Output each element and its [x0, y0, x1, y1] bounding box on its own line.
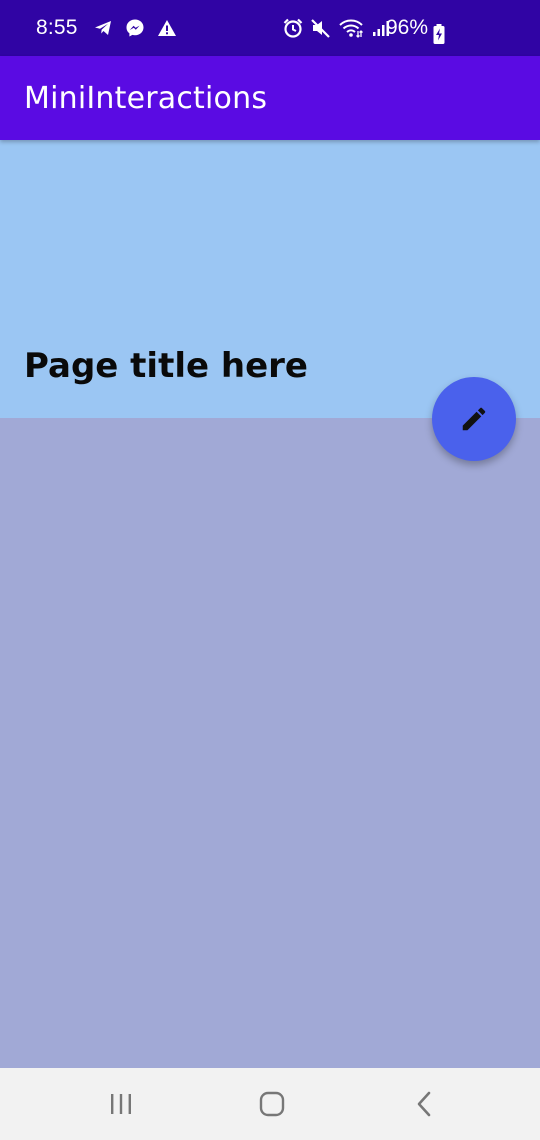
- content-panel: [0, 418, 540, 1068]
- alarm-icon: [282, 17, 304, 39]
- status-right-group: [282, 0, 392, 56]
- recents-icon: [108, 1092, 134, 1116]
- status-time: 8:55: [36, 16, 78, 39]
- back-icon: [414, 1090, 434, 1118]
- edit-fab-button[interactable]: [432, 377, 516, 461]
- back-button[interactable]: [402, 1086, 446, 1122]
- page-title: Page title here: [24, 346, 308, 386]
- status-left-group: 8:55: [36, 0, 178, 56]
- app-title: MiniInteractions: [24, 80, 268, 116]
- battery-percent: 96%: [386, 16, 429, 39]
- mute-icon: [310, 17, 332, 39]
- system-nav-bar: [0, 1068, 540, 1140]
- status-bar: 8:55 96%: [0, 0, 540, 56]
- warning-icon: [156, 17, 178, 39]
- edit-icon: [459, 404, 489, 434]
- home-button[interactable]: [250, 1086, 294, 1122]
- app-bar: MiniInteractions: [0, 56, 540, 140]
- recents-button[interactable]: [99, 1086, 143, 1122]
- battery-charging-icon: [433, 24, 445, 48]
- telegram-icon: [92, 17, 114, 39]
- wifi-icon: [338, 17, 364, 39]
- home-icon: [258, 1090, 286, 1118]
- messenger-icon: [124, 17, 146, 39]
